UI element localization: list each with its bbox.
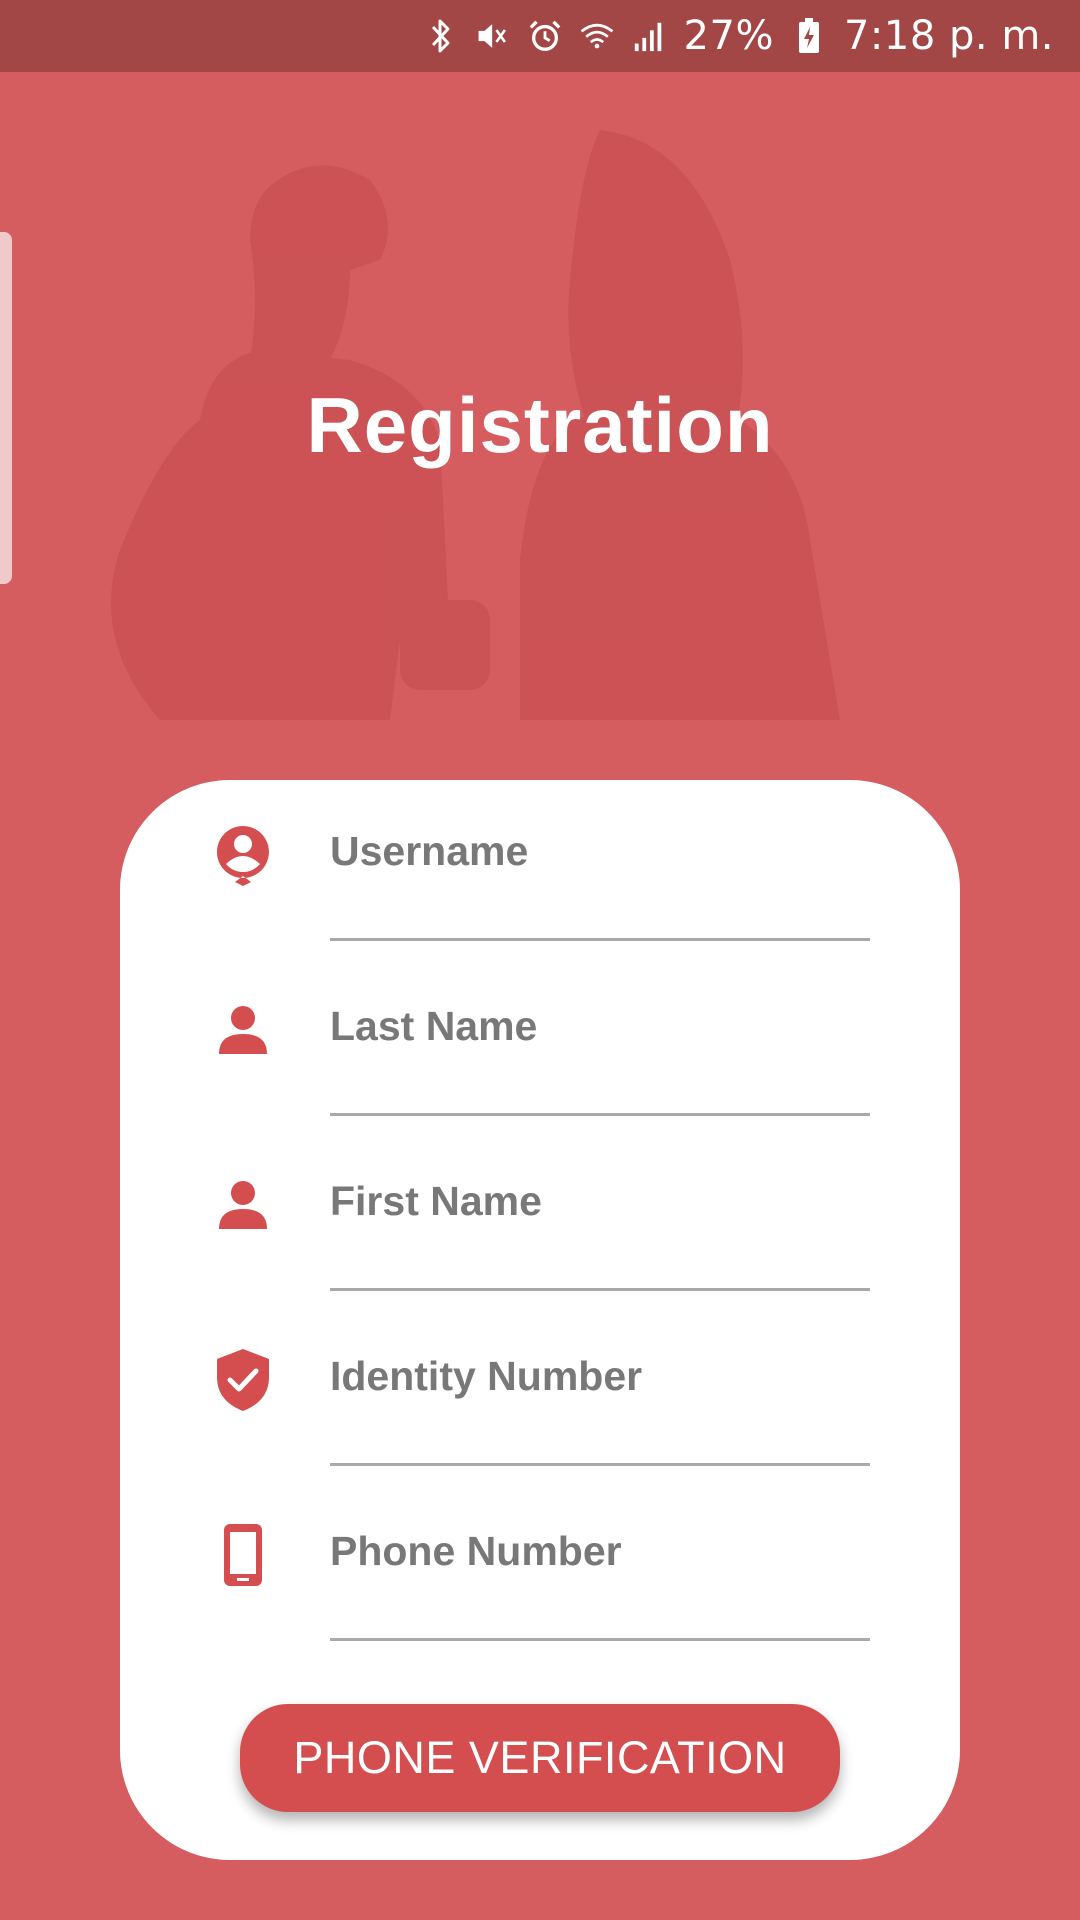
phone-verification-button[interactable]: PHONE VERIFICATION [240,1704,840,1812]
status-bar: 27% 7:18 p. m. [0,0,1080,72]
last-name-placeholder: Last Name [330,1003,538,1049]
battery-percent: 27% [683,13,774,59]
alarm-icon [528,18,562,54]
mute-icon [476,18,510,54]
username-field[interactable]: Username [120,780,960,955]
page-title: Registration [306,381,774,469]
wifi-icon [580,18,614,54]
last-name-field[interactable]: Last Name [120,955,960,1130]
shield-check-icon [210,1345,276,1415]
username-placeholder: Username [330,828,529,874]
person-icon [210,995,276,1065]
identity-number-placeholder: Identity Number [330,1353,643,1399]
first-name-underline [330,1288,870,1291]
clock: 7:18 p. m. [843,13,1054,59]
signal-icon [632,18,666,54]
identity-number-underline [330,1463,870,1466]
identity-number-field[interactable]: Identity Number [120,1305,960,1480]
first-name-field[interactable]: First Name [120,1130,960,1305]
phone-icon [210,1520,276,1590]
last-name-underline [330,1113,870,1116]
person-icon [210,1170,276,1240]
account-circle-icon [210,820,276,890]
first-name-placeholder: First Name [330,1178,542,1224]
username-underline [330,938,870,941]
phone-number-underline [330,1638,870,1641]
battery-icon [792,18,826,54]
phone-number-placeholder: Phone Number [330,1528,622,1574]
bluetooth-icon [424,18,458,54]
phone-number-field[interactable]: Phone Number [120,1480,960,1655]
registration-card: Username Last Name First Name Identity N… [120,780,960,1860]
